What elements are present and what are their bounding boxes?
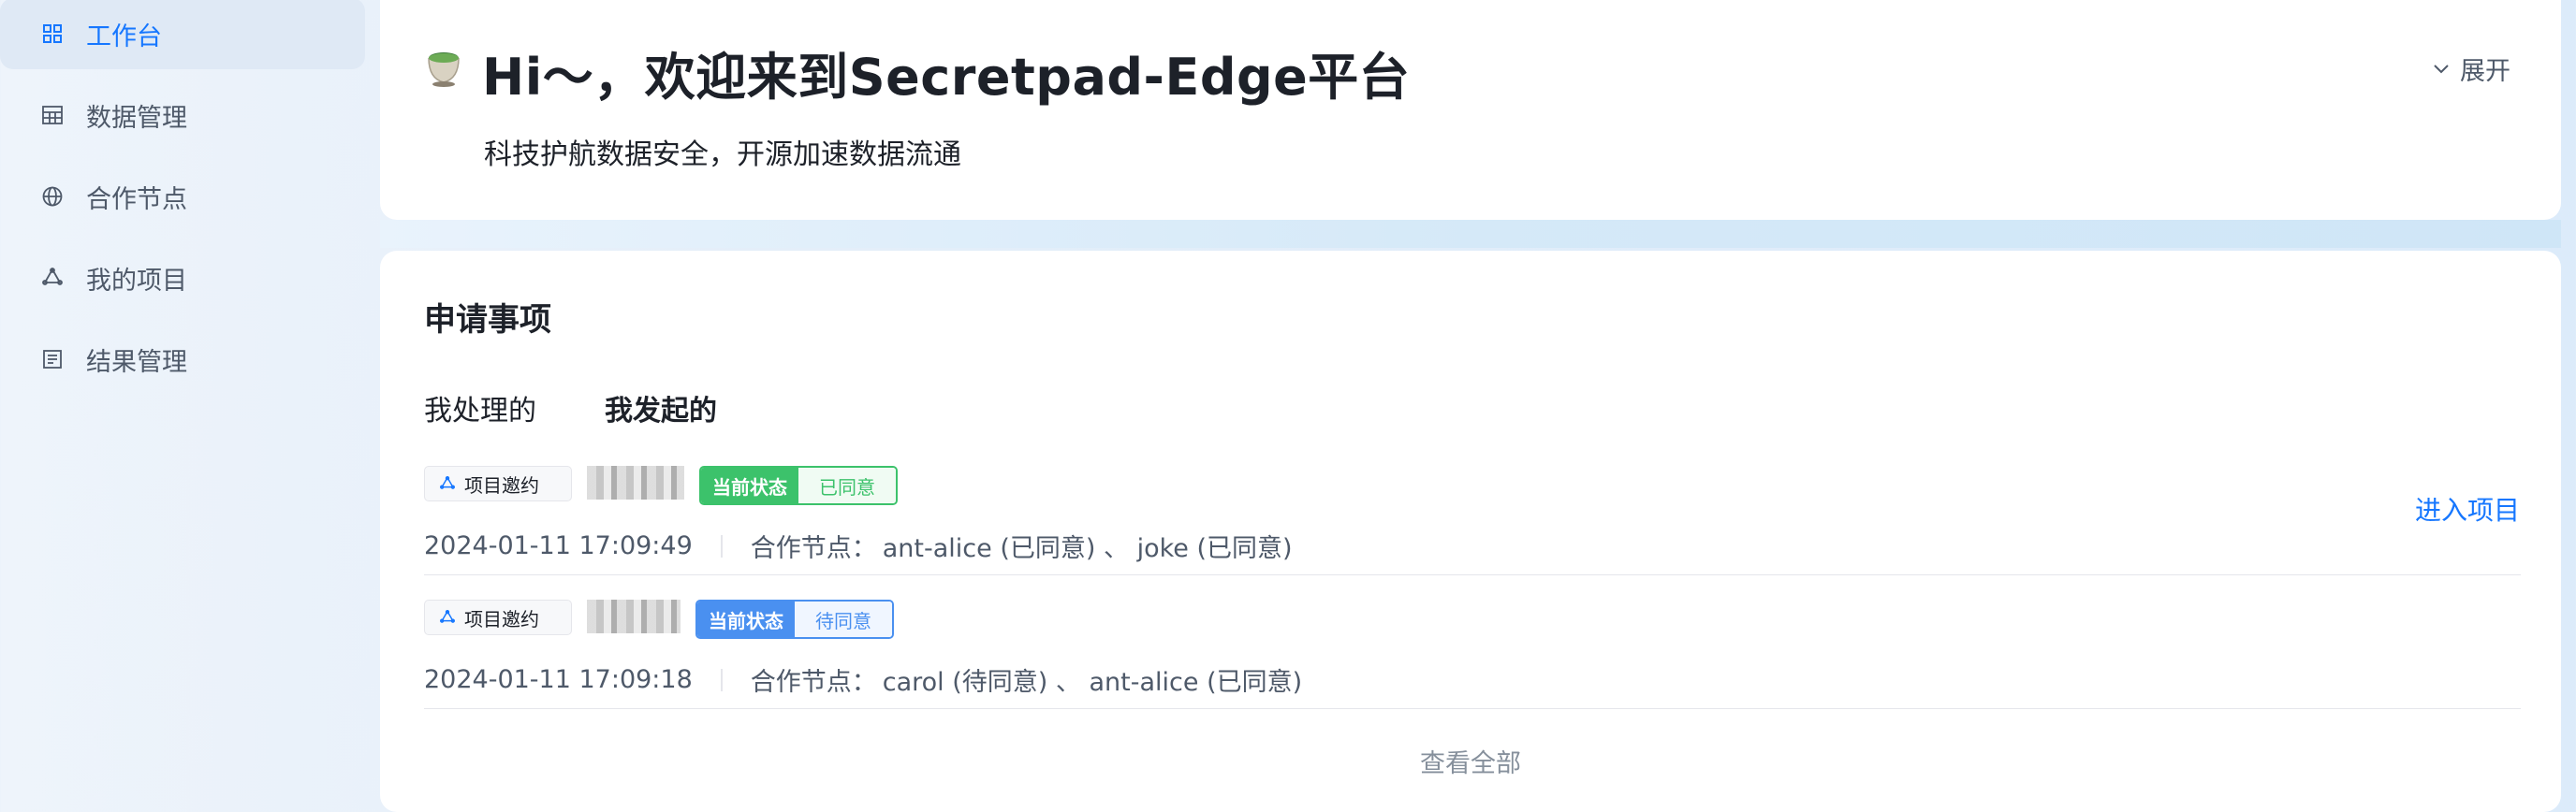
blurred-project-name: [587, 600, 681, 633]
sidebar-item-label: 合作节点: [86, 184, 187, 214]
application-row: 项目邀约 当前状态 已同意 2024-01-11 17:09:49 合作节点： …: [424, 466, 2521, 563]
timestamp: 2024-01-11 17:09:49: [424, 531, 693, 560]
status-key: 当前状态: [697, 602, 795, 637]
globe-icon: [41, 185, 64, 208]
type-label: 项目邀约: [464, 473, 539, 497]
nodes-label: 合作节点：: [750, 668, 877, 697]
nodes-value: carol (待同意) 、 ant-alice (已同意): [882, 668, 1303, 697]
table-icon: [41, 104, 64, 126]
project-icon: [440, 476, 455, 489]
status-key: 当前状态: [701, 468, 798, 503]
type-label: 项目邀约: [464, 607, 539, 631]
expand-button[interactable]: 展开: [2434, 51, 2510, 87]
sidebar-item-label: 数据管理: [86, 103, 187, 133]
nodes-value: ant-alice (已同意) 、 joke (已同意): [882, 534, 1293, 563]
welcome-subtitle: 科技护航数据安全，开源加速数据流通: [484, 138, 961, 171]
sidebar-item-nodes[interactable]: 合作节点: [0, 161, 365, 232]
project-icon: [440, 610, 455, 623]
chevron-down-icon: [2434, 64, 2449, 73]
sidebar-item-label: 我的项目: [86, 266, 187, 296]
timestamp: 2024-01-11 17:09:18: [424, 665, 693, 694]
tab-handled-by-me[interactable]: 我处理的: [424, 387, 536, 428]
project-icon: [41, 267, 64, 289]
type-badge: 项目邀约: [424, 466, 572, 501]
separator: [720, 534, 723, 558]
expand-label: 展开: [2460, 57, 2510, 86]
row-divider: [424, 708, 2521, 709]
status-value: 待同意: [795, 602, 892, 637]
sidebar-item-label: 工作台: [86, 22, 162, 51]
blurred-project-name: [587, 466, 684, 500]
status-badge: 当前状态 待同意: [695, 600, 894, 639]
separator: [720, 668, 723, 691]
type-badge: 项目邀约: [424, 600, 572, 635]
status-badge: 当前状态 已同意: [699, 466, 898, 505]
sidebar-item-data[interactable]: 数据管理: [0, 80, 365, 151]
welcome-title: Hi～，欢迎来到Secretpad-Edge平台: [482, 48, 1411, 107]
row-divider: [424, 574, 2521, 575]
enter-project-link[interactable]: 进入项目: [2415, 490, 2520, 528]
tab-initiated-by-me[interactable]: 我发起的: [605, 387, 717, 428]
status-value: 已同意: [798, 468, 896, 503]
applications-title: 申请事项: [424, 301, 551, 339]
tea-cup-icon: [423, 47, 464, 88]
application-row: 项目邀约 当前状态 待同意 2024-01-11 17:09:18 合作节点： …: [424, 600, 2521, 697]
sidebar-item-label: 结果管理: [86, 347, 187, 377]
dashboard-icon: [41, 22, 64, 45]
sidebar: 工作台 数据管理 合作节点 我的项目 结果管理: [0, 0, 374, 810]
decorative-stripe: [380, 220, 2561, 248]
welcome-card: [380, 0, 2561, 220]
list-icon: [41, 348, 64, 370]
row-meta: 2024-01-11 17:09:49 合作节点： ant-alice (已同意…: [424, 528, 1293, 564]
row-meta: 2024-01-11 17:09:18 合作节点： carol (待同意) 、 …: [424, 661, 1302, 698]
nodes-label: 合作节点：: [750, 534, 877, 563]
view-all-link[interactable]: 查看全部: [1420, 743, 1521, 779]
sidebar-item-projects[interactable]: 我的项目: [0, 242, 365, 313]
sidebar-item-results[interactable]: 结果管理: [0, 324, 365, 395]
sidebar-item-workbench[interactable]: 工作台: [0, 0, 365, 69]
